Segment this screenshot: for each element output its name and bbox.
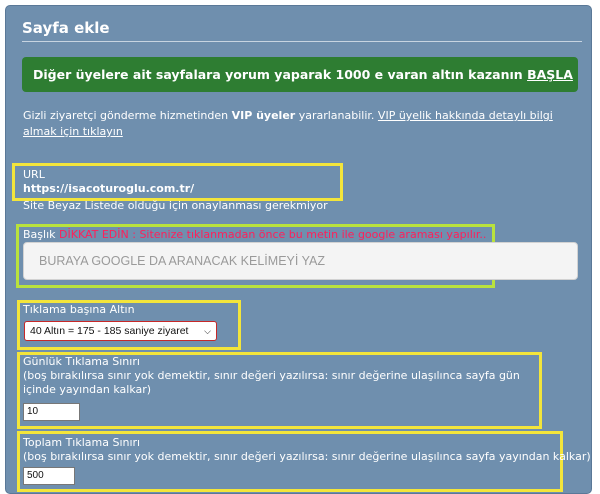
baslik-label: Başlık	[23, 228, 56, 241]
url-value: https://isacoturoglu.com.tr/	[23, 182, 195, 195]
baslik-label-row: Başlık DİKKAT EDİN : Sitenize tıklanmada…	[23, 228, 486, 242]
promo-banner: Diğer üyelere ait sayfalara yorum yapara…	[22, 57, 578, 92]
gold-per-click-value: 40 Altın = 175 - 185 saniye ziyaret	[30, 325, 189, 337]
total-limit-label: Toplam Tıklama Sınırı	[23, 436, 141, 449]
daily-limit-help: (boş bırakılırsa sınır yok demektir, sın…	[23, 369, 520, 396]
page-title: Sayfa ekle	[22, 19, 110, 37]
title-divider	[22, 41, 582, 42]
vip-prefix: Gizli ziyaretçi gönderme hizmetinden	[23, 109, 232, 122]
total-limit-help: (boş bırakılırsa sınır yok demektir, sın…	[23, 450, 591, 463]
total-limit-input[interactable]: 500	[23, 467, 75, 485]
search-keyword-input[interactable]: BURAYA GOOGLE DA ARANACAK KELİMEYİ YAZ	[23, 242, 578, 280]
baslik-warning: DİKKAT EDİN : Sitenize tıklanmadan önce …	[59, 228, 487, 241]
chevron-down-icon: ⌵	[204, 326, 211, 336]
vip-middle: yararlanabilir.	[295, 109, 378, 122]
vip-info: Gizli ziyaretçi gönderme hizmetinden VIP…	[23, 108, 578, 140]
daily-limit-label: Günlük Tıklama Sınırı	[23, 355, 140, 368]
vip-members: VIP üyeler	[231, 109, 296, 122]
promo-text: Diğer üyelere ait sayfalara yorum yapara…	[33, 67, 523, 82]
gold-per-click-select[interactable]: 40 Altın = 175 - 185 saniye ziyaret ⌵	[24, 321, 217, 341]
url-note: Site Beyaz Listede olduğu için onaylanma…	[23, 199, 328, 212]
gold-per-click-label: Tıklama başına Altın	[23, 303, 135, 316]
daily-limit-input[interactable]: 10	[23, 403, 80, 421]
url-label: URL	[23, 168, 45, 181]
start-link[interactable]: BAŞLA	[527, 67, 573, 82]
add-page-panel: Sayfa ekle Diğer üyelere ait sayfalara y…	[5, 5, 592, 494]
